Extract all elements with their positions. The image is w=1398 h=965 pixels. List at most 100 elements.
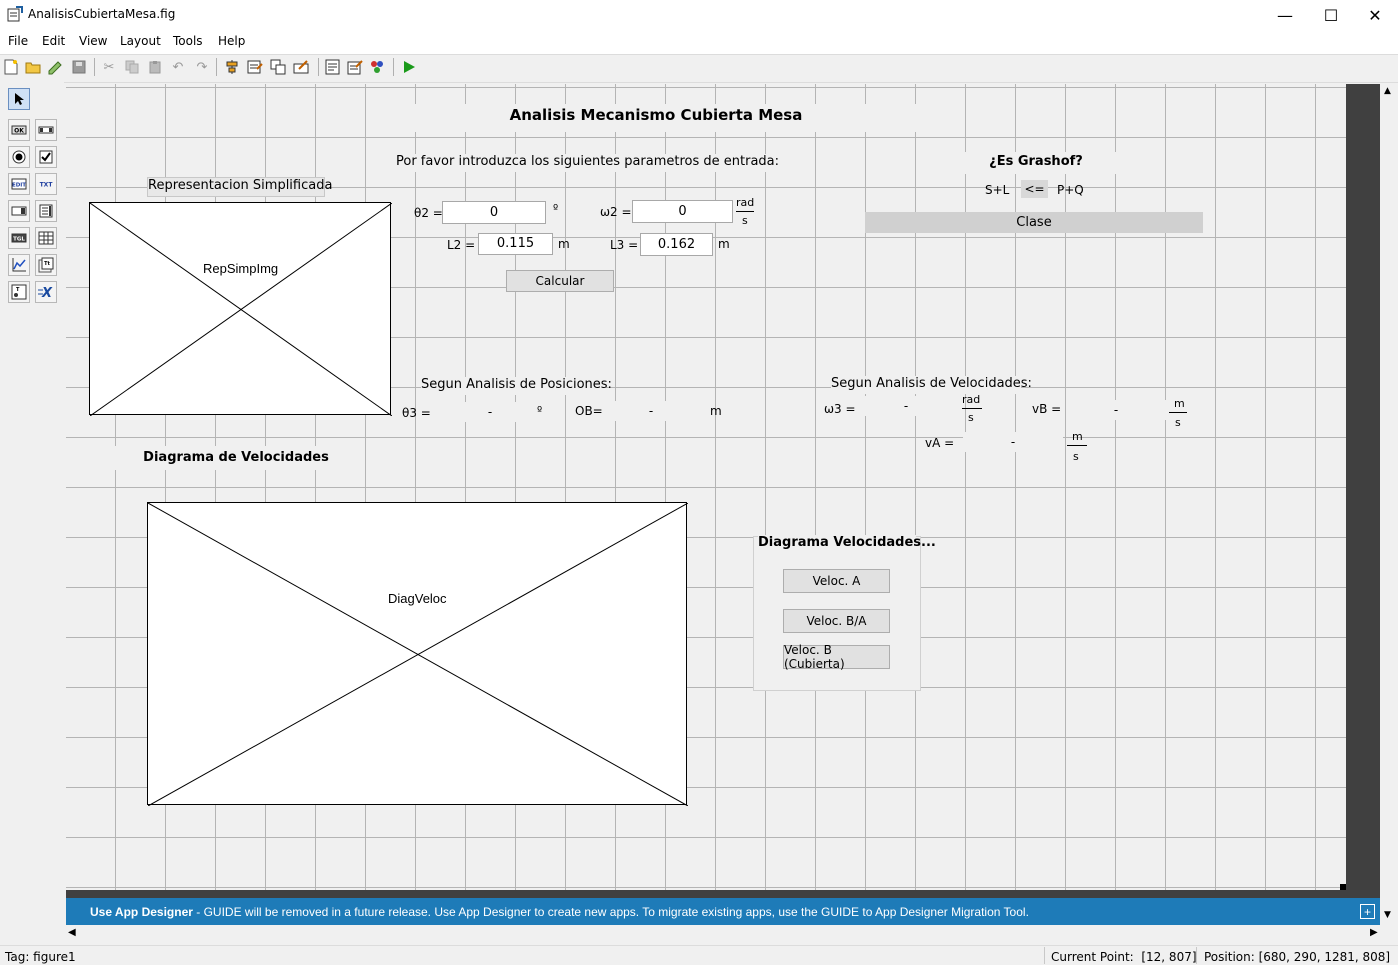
- static-text-icon[interactable]: TXT: [35, 173, 57, 195]
- menu-layout[interactable]: Layout: [120, 34, 161, 48]
- menu-view[interactable]: View: [79, 34, 107, 48]
- w2-input[interactable]: 0: [632, 200, 733, 223]
- vB-unit-line: [1169, 412, 1187, 413]
- grashof-left: S+L: [985, 183, 1010, 197]
- L3-label: L3 =: [610, 238, 639, 252]
- L3-input[interactable]: 0.162: [640, 233, 713, 256]
- banner-bold: Use App Designer: [90, 905, 193, 919]
- layout-canvas[interactable]: Analisis Mecanismo Cubierta Mesa Por fav…: [66, 84, 1346, 890]
- button-group-icon[interactable]: T: [8, 281, 30, 303]
- run-icon[interactable]: [400, 58, 418, 76]
- listbox-icon[interactable]: [35, 200, 57, 222]
- w3-value: -: [863, 396, 949, 416]
- menu-editor-icon[interactable]: [246, 58, 264, 76]
- theta3-unit: º: [537, 404, 543, 417]
- svg-text:X: X: [41, 286, 53, 299]
- toolbar-separator: [216, 58, 217, 76]
- positions-title: Segun Analisis de Posiciones:: [421, 377, 612, 395]
- horizontal-scrollbar[interactable]: [66, 926, 1380, 943]
- tab-order-icon[interactable]: [269, 58, 287, 76]
- w3-unit-num: rad: [962, 393, 981, 406]
- edit-icon[interactable]: [46, 58, 64, 76]
- push-button-icon[interactable]: OK: [8, 119, 30, 141]
- paste-icon[interactable]: [146, 58, 164, 76]
- app-icon: [7, 6, 23, 22]
- table-icon[interactable]: [35, 227, 57, 249]
- copy-icon[interactable]: [123, 58, 141, 76]
- menu-tools[interactable]: Tools: [173, 34, 203, 48]
- toolbar-editor-icon[interactable]: [292, 58, 310, 76]
- grashof-operator: <=: [1021, 180, 1048, 198]
- activex-icon[interactable]: X: [35, 281, 57, 303]
- editor-icon[interactable]: [324, 58, 342, 76]
- vA-unit-line: [1067, 445, 1087, 446]
- open-folder-icon[interactable]: [24, 58, 42, 76]
- align-icon[interactable]: [223, 58, 241, 76]
- close-button[interactable]: ✕: [1352, 0, 1398, 30]
- theta2-input[interactable]: 0: [442, 201, 546, 224]
- redo-icon[interactable]: ↷: [193, 58, 211, 76]
- vA-value: -: [963, 432, 1063, 452]
- panel-icon[interactable]: Tt: [35, 254, 57, 276]
- diagram-panel-title: Diagrama Velocidades...: [758, 535, 936, 550]
- L2-input[interactable]: 0.115: [478, 233, 553, 255]
- veloc-b-button[interactable]: Veloc. B (Cubierta): [783, 643, 890, 671]
- menu-bar: [0, 30, 1398, 54]
- status-divider: [1044, 947, 1045, 964]
- status-current-point: Current Point: [12, 807]: [1051, 950, 1197, 964]
- scroll-left-icon[interactable]: ◀: [68, 927, 76, 938]
- maximize-button[interactable]: ☐: [1308, 0, 1354, 30]
- veloc-a-button[interactable]: Veloc. A: [783, 569, 890, 593]
- select-arrow-icon[interactable]: [8, 88, 30, 110]
- status-tag: Tag: figure1: [5, 950, 76, 964]
- toolbar-separator: [318, 58, 319, 76]
- cut-icon[interactable]: ✂: [100, 58, 118, 76]
- svg-text:OK: OK: [14, 128, 24, 135]
- veloc-ba-button[interactable]: Veloc. B/A: [783, 609, 890, 633]
- minimize-button[interactable]: —: [1262, 0, 1308, 30]
- menu-edit[interactable]: Edit: [42, 34, 65, 48]
- checkbox-icon[interactable]: [35, 146, 57, 168]
- axes-icon[interactable]: [8, 254, 30, 276]
- slider-icon[interactable]: [35, 119, 57, 141]
- resize-handle[interactable]: [1340, 884, 1346, 890]
- OB-label: OB=: [575, 404, 603, 418]
- calcular-button[interactable]: Calcular: [506, 270, 614, 292]
- theta3-label: θ3 =: [402, 406, 431, 420]
- velocities-title: Segun Analisis de Velocidades:: [831, 376, 1032, 394]
- rep-simp-axes[interactable]: RepSimpImg: [89, 202, 392, 416]
- menu-help[interactable]: Help: [218, 34, 245, 48]
- vA-unit-num: m: [1072, 430, 1083, 443]
- undo-icon[interactable]: ↶: [169, 58, 187, 76]
- diag-veloc-axes[interactable]: DiagVeloc: [147, 502, 688, 806]
- vA-unit-den: s: [1073, 450, 1079, 463]
- property-inspector-icon[interactable]: [346, 58, 364, 76]
- theta2-unit: º: [553, 202, 559, 215]
- rep-simp-axes-tag: RepSimpImg: [203, 261, 279, 276]
- banner-expand-button[interactable]: +: [1360, 904, 1375, 919]
- svg-text:TXT: TXT: [40, 182, 54, 189]
- banner-message: - GUIDE will be removed in a future rele…: [192, 905, 1029, 919]
- save-icon[interactable]: [70, 58, 88, 76]
- radio-button-icon[interactable]: [8, 146, 30, 168]
- object-browser-icon[interactable]: [368, 58, 386, 76]
- scroll-down-icon[interactable]: ▼: [1384, 910, 1391, 920]
- popup-menu-icon[interactable]: [8, 200, 30, 222]
- w2-label: ω2 =: [600, 205, 632, 219]
- w2-unit-num: rad: [736, 196, 755, 209]
- scroll-right-icon[interactable]: ▶: [1370, 927, 1378, 938]
- edit-text-icon[interactable]: EDIT: [8, 173, 30, 195]
- vB-unit-num: m: [1174, 397, 1185, 410]
- vB-value: -: [1066, 400, 1166, 420]
- svg-text:Tt: Tt: [44, 261, 50, 267]
- vB-label: vB =: [1032, 402, 1062, 416]
- theta2-label: θ2 =: [414, 206, 443, 220]
- grashof-class: Clase: [865, 212, 1203, 233]
- toggle-button-icon[interactable]: TGL: [8, 227, 30, 249]
- banner-text: Use App Designer - GUIDE will be removed…: [90, 905, 1029, 919]
- menu-file[interactable]: File: [8, 34, 28, 48]
- OB-unit: m: [710, 404, 722, 418]
- scroll-up-icon[interactable]: ▲: [1384, 86, 1391, 96]
- vertical-scrollbar[interactable]: [1380, 84, 1398, 924]
- new-file-icon[interactable]: [2, 58, 20, 76]
